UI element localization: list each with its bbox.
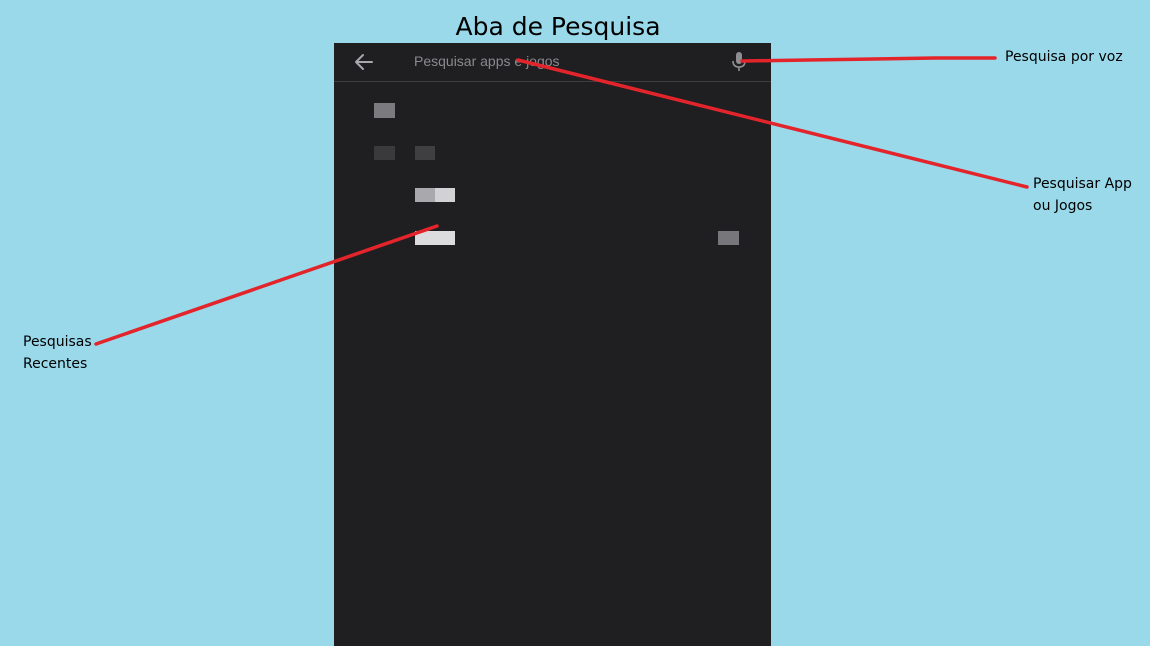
voice-search-pointer-line [740, 56, 997, 63]
recent-search-text-pixelated[interactable] [415, 231, 455, 245]
page-title: Aba de Pesquisa [455, 12, 661, 41]
arrow-left-icon[interactable] [352, 50, 376, 74]
recent-searches-label-line1: Pesquisas [23, 334, 92, 350]
recent-search-icon-pixelated [374, 103, 395, 118]
recent-searches-annotation: Pesquisas Recentes [23, 331, 113, 375]
search-bar [334, 43, 771, 82]
recent-search-icon-pixelated [374, 146, 395, 160]
microphone-icon[interactable] [729, 51, 749, 73]
recent-search-text-pixelated[interactable] [415, 146, 435, 160]
voice-search-annotation: Pesquisa por voz [1005, 46, 1123, 68]
search-input[interactable] [414, 49, 714, 73]
recent-search-action-pixelated[interactable] [718, 231, 739, 245]
recent-search-text-pixelated[interactable] [415, 188, 435, 202]
search-apps-label-line1: Pesquisar App [1033, 176, 1132, 192]
phone-screen [334, 43, 771, 646]
recent-search-text-pixelated[interactable] [435, 188, 455, 202]
search-apps-label-line2: ou Jogos [1033, 198, 1093, 214]
recent-searches-label-line2: Recentes [23, 356, 88, 372]
voice-search-label: Pesquisa por voz [1005, 49, 1123, 65]
search-apps-annotation: Pesquisar App ou Jogos [1033, 173, 1148, 217]
